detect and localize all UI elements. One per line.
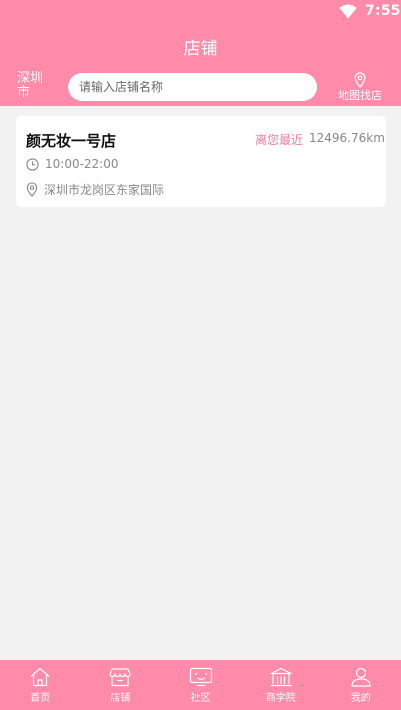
- map-find-store-label: 地图找店: [338, 89, 382, 102]
- tab-me[interactable]: 我的: [321, 660, 401, 710]
- search-box[interactable]: [68, 73, 317, 101]
- clock-icon: [26, 157, 39, 171]
- header: 7:55 店铺 深圳市 地图找店: [0, 0, 401, 106]
- store-address-row: 深圳市龙岗区东家国际: [26, 181, 164, 198]
- store-name: 颜无妆一号店: [26, 132, 117, 150]
- tab-academy-label: 商学院: [265, 693, 296, 704]
- store-hours-row: 10:00-22:00: [26, 157, 119, 171]
- nearest-badge: 离您最近: [255, 133, 304, 147]
- tab-bar: 首页 店铺 社区 商学院 我的: [0, 660, 401, 710]
- location-pin-icon: [26, 182, 38, 197]
- tab-home[interactable]: 首页: [0, 660, 80, 710]
- tab-community[interactable]: 社区: [160, 660, 240, 710]
- home-icon: [30, 667, 50, 687]
- store-distance: 12496.76km: [309, 131, 385, 145]
- tab-store-label: 店铺: [110, 693, 131, 704]
- tab-home-label: 首页: [30, 693, 51, 704]
- tab-academy[interactable]: 商学院: [241, 660, 321, 710]
- status-time: 7:55: [365, 3, 401, 19]
- city-selector[interactable]: 深圳市: [17, 72, 45, 100]
- status-bar: 7:55: [0, 0, 401, 24]
- search-input[interactable]: [79, 80, 309, 94]
- wifi-icon: [339, 4, 357, 19]
- academy-icon: [270, 667, 292, 687]
- tab-me-label: 我的: [350, 693, 371, 704]
- page-title: 店铺: [183, 39, 218, 59]
- store-icon: [109, 668, 131, 687]
- user-icon: [351, 667, 371, 687]
- store-hours: 10:00-22:00: [45, 157, 119, 171]
- tab-community-label: 社区: [190, 693, 211, 704]
- store-card[interactable]: 颜无妆一号店 离您最近 12496.76km 10:00-22:00 深圳市龙岗…: [16, 116, 386, 207]
- store-address: 深圳市龙岗区东家国际: [44, 183, 165, 197]
- community-icon: [189, 667, 212, 687]
- location-pin-icon: [354, 72, 366, 88]
- map-find-store-button[interactable]: 地图找店: [333, 72, 387, 102]
- tab-store[interactable]: 店铺: [80, 660, 160, 710]
